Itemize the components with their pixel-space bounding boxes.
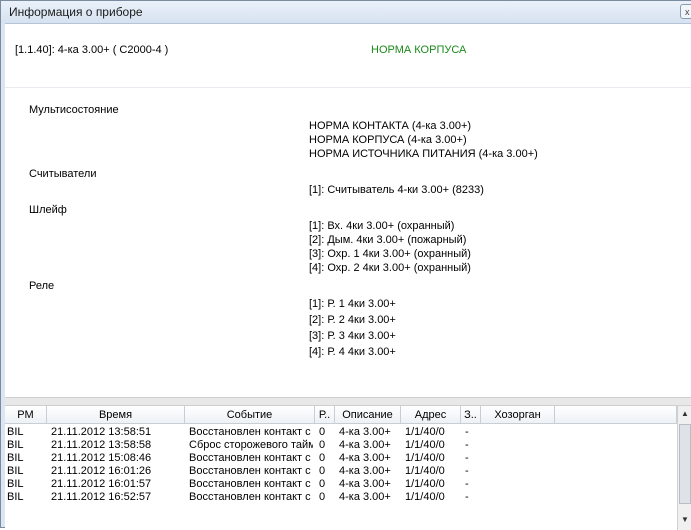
table-row[interactable]: BIL 21.11.2012 16:52:57 Восстановлен конта… [5,491,677,503]
scroll-down-button[interactable]: ▼ [678,512,691,528]
cell-event: Восстановлен контакт с ... [189,452,313,464]
cell-r: 0 [319,439,326,451]
scroll-up-button[interactable]: ▲ [678,406,691,422]
section-label-loops: Шлейф [29,204,67,216]
device-status: НОРМА КОРПУСА [371,44,467,56]
cell-r: 0 [319,491,326,503]
cell-z: - [465,478,469,490]
cell-rm: BIL [7,491,24,503]
info-panel: [1.1.40]: 4-ка 3.00+ ( С2000-4 ) НОРМА К… [5,23,691,530]
cell-r: 0 [319,426,326,438]
cell-owner [485,465,553,477]
cell-time: 21.11.2012 16:52:57 [51,491,152,503]
cell-event: Сброс сторожевого тайм... [189,439,313,451]
cell-rm: BIL [7,439,24,451]
column-header-description[interactable]: Описание [335,406,401,424]
cell-time: 21.11.2012 16:01:57 [51,478,152,490]
cell-owner [485,478,553,490]
cell-owner [485,491,553,503]
column-header-owner[interactable]: Хозорган [481,406,555,424]
cell-address: 1/1/40/0 [405,426,445,438]
column-header-event[interactable]: Событие [185,406,315,424]
arrow-down-icon: ▼ [681,515,689,524]
cell-address: 1/1/40/0 [405,439,445,451]
cell-z: - [465,439,469,451]
cell-event: Восстановлен контакт с ... [189,478,313,490]
cell-description: 4-ка 3.00+ [339,426,391,438]
loop-value: [4]: Охр. 2 4ки 3.00+ (охранный) [309,262,471,274]
cell-address: 1/1/40/0 [405,465,445,477]
scroll-thumb[interactable] [679,424,691,504]
table-row[interactable]: BIL 21.11.2012 15:08:46 Восстановлен конта… [5,452,677,464]
section-label-readers: Считыватели [29,168,97,180]
column-header-rm[interactable]: РМ [5,406,47,424]
column-header-address[interactable]: Адрес [401,406,461,424]
cell-owner [485,452,553,464]
relay-value: [2]: Р. 2 4ки 3.00+ [309,314,396,326]
cell-rm: BIL [7,452,24,464]
table-row[interactable]: BIL 21.11.2012 13:58:58 Сброс сторожевого … [5,439,677,451]
cell-time: 21.11.2012 15:08:46 [51,452,152,464]
cell-owner [485,439,553,451]
cell-r: 0 [319,478,326,490]
multistate-value: НОРМА ИСТОЧНИКА ПИТАНИЯ (4-ка 3.00+) [309,148,538,160]
cell-description: 4-ка 3.00+ [339,452,391,464]
cell-z: - [465,465,469,477]
arrow-up-icon: ▲ [681,409,689,418]
cell-event: Восстановлен контакт с ... [189,465,313,477]
table-row[interactable]: BIL 21.11.2012 16:01:26 Восстановлен конта… [5,465,677,477]
cell-r: 0 [319,452,326,464]
title-bar[interactable]: Информация о приборе x [1,1,691,23]
cell-address: 1/1/40/0 [405,478,445,490]
cell-address: 1/1/40/0 [405,491,445,503]
multistate-value: НОРМА КОРПУСА (4-ка 3.00+) [309,134,467,146]
relay-value: [3]: Р. 3 4ки 3.00+ [309,330,396,342]
cell-address: 1/1/40/0 [405,452,445,464]
cell-description: 4-ка 3.00+ [339,478,391,490]
cell-time: 21.11.2012 16:01:26 [51,465,152,477]
cell-rm: BIL [7,465,24,477]
cell-r: 0 [319,465,326,477]
vertical-scrollbar[interactable]: ▲ ▼ [677,406,691,530]
cell-rm: BIL [7,426,24,438]
divider [5,87,691,88]
device-info-window: Информация о приборе x [1.1.40]: 4-ка 3.… [0,0,691,530]
device-name: [1.1.40]: 4-ка 3.00+ ( С2000-4 ) [15,44,169,56]
section-label-relays: Реле [29,280,55,292]
cell-z: - [465,426,469,438]
loop-value: [2]: Дым. 4ки 3.00+ (пожарный) [309,234,467,246]
loop-value: [1]: Вх. 4ки 3.00+ (охранный) [309,220,455,232]
table-row[interactable]: BIL 21.11.2012 16:01:57 Восстановлен конта… [5,478,677,490]
table-row[interactable]: BIL 21.11.2012 13:58:51 Восстановлен конта… [5,426,677,438]
cell-event: Восстановлен контакт с ... [189,491,313,503]
close-button[interactable]: x [680,4,691,19]
section-label-multistate: Мультисостояние [29,104,119,116]
loop-value: [3]: Охр. 1 4ки 3.00+ (охранный) [309,248,471,260]
multistate-value: НОРМА КОНТАКТА (4-ка 3.00+) [309,120,472,132]
cell-owner [485,426,553,438]
column-header-time[interactable]: Время [47,406,185,424]
cell-rm: BIL [7,478,24,490]
splitter-bar[interactable] [5,397,691,406]
column-header-filler [555,406,677,424]
reader-value: [1]: Считыватель 4-ки 3.00+ (8233) [309,184,484,196]
cell-time: 21.11.2012 13:58:51 [51,426,152,438]
column-header-z[interactable]: З.. [461,406,481,424]
cell-description: 4-ка 3.00+ [339,465,391,477]
relay-value: [1]: Р. 1 4ки 3.00+ [309,298,396,310]
relay-value: [4]: Р. 4 4ки 3.00+ [309,346,396,358]
cell-z: - [465,452,469,464]
column-header-r[interactable]: Р.. [315,406,335,424]
events-table[interactable]: РМ Время Событие Р.. Описание Адрес З.. … [5,406,691,530]
window-title: Информация о приборе [9,5,143,19]
cell-description: 4-ка 3.00+ [339,491,391,503]
cell-event: Восстановлен контакт с ... [189,426,313,438]
close-icon: x [685,7,690,17]
cell-time: 21.11.2012 13:58:58 [51,439,152,451]
cell-z: - [465,491,469,503]
cell-description: 4-ка 3.00+ [339,439,391,451]
